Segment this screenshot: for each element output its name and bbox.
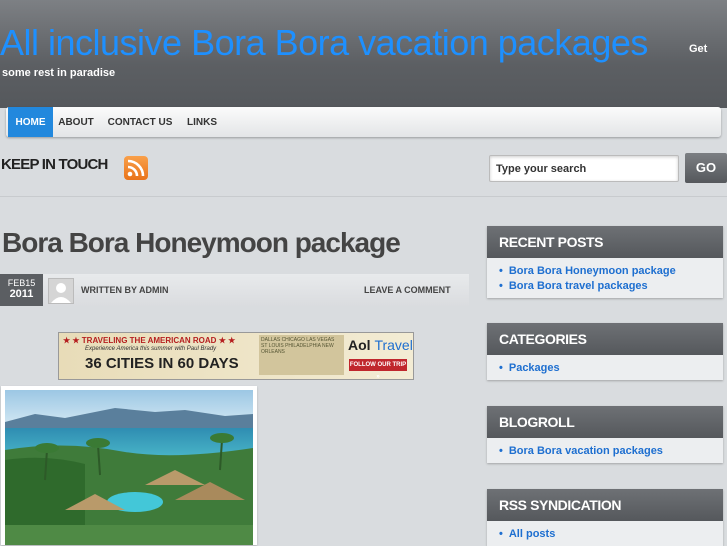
search-go-button[interactable]: GO (685, 153, 727, 183)
divider (0, 196, 727, 197)
blogroll-link[interactable]: Bora Bora vacation packages (509, 445, 663, 457)
author-link[interactable]: ADMIN (139, 285, 169, 295)
ad-headline: ★ ★ TRAVELING THE AMERICAN ROAD ★ ★ (63, 336, 236, 345)
list-item[interactable]: • Bora Bora vacation packages (499, 444, 723, 459)
post-date: FEB15 2011 (0, 274, 43, 306)
recent-post-link[interactable]: Bora Bora travel packages (509, 280, 648, 292)
ad-brand-suffix: Travel. (374, 337, 414, 353)
list-item[interactable]: • All posts (499, 527, 723, 542)
post-title[interactable]: Bora Bora Honeymoon package (2, 227, 401, 259)
widget-title: CATEGORIES (487, 323, 723, 355)
rss-link[interactable]: All posts (509, 528, 555, 540)
rss-icon[interactable] (124, 156, 148, 180)
category-link[interactable]: Packages (509, 362, 560, 374)
leave-comment-link[interactable]: LEAVE A COMMENT (364, 285, 451, 295)
nav-item-home[interactable]: HOME (8, 107, 53, 137)
ad-headline-text: TRAVELING THE AMERICAN ROAD (81, 336, 217, 345)
widget-blogroll: BLOGROLL • Bora Bora vacation packages (487, 406, 723, 463)
widget-title: BLOGROLL (487, 406, 723, 438)
list-item[interactable]: • Bora Bora Honeymoon package (499, 264, 723, 279)
site-header: All inclusive Bora Bora vacation package… (0, 0, 727, 108)
author-avatar (48, 278, 74, 304)
search-input[interactable]: Type your search (489, 155, 679, 182)
widget-recent-posts: RECENT POSTS • Bora Bora Honeymoon packag… (487, 226, 723, 298)
main-nav: HOME ABOUT CONTACT US LINKS (6, 107, 721, 137)
written-by-label: WRITTEN BY (81, 285, 137, 295)
ad-brand-name: Aol (348, 337, 371, 353)
nav-item-contact[interactable]: CONTACT US (102, 107, 178, 137)
widget-title: RECENT POSTS (487, 226, 723, 258)
nav-item-links[interactable]: LINKS (182, 107, 222, 137)
keep-in-touch-label: KEEP IN TOUCH (1, 156, 108, 173)
tagline: some rest in paradise (2, 67, 116, 79)
list-item[interactable]: • Bora Bora travel packages (499, 279, 723, 294)
written-by: WRITTEN BY ADMIN (81, 285, 169, 295)
ad-banner[interactable]: ★ ★ TRAVELING THE AMERICAN ROAD ★ ★ Expe… (58, 332, 414, 380)
ad-subline: Experience America this summer with Paul… (85, 346, 217, 352)
resort-photo[interactable] (5, 390, 253, 545)
widget-categories: CATEGORIES • Packages (487, 323, 723, 380)
ad-brand: Aol Travel. (348, 337, 414, 353)
nav-item-about[interactable]: ABOUT (55, 107, 97, 137)
ad-cities-line: 36 CITIES IN 60 DAYS (85, 355, 239, 372)
list-item[interactable]: • Packages (499, 361, 723, 376)
recent-post-link[interactable]: Bora Bora Honeymoon package (509, 265, 676, 277)
widget-rss-syndication: RSS SYNDICATION • All posts (487, 489, 723, 546)
widget-title: RSS SYNDICATION (487, 489, 723, 521)
site-title[interactable]: All inclusive Bora Bora vacation package… (0, 22, 648, 64)
post-date-month-day: FEB15 (7, 278, 36, 288)
post-date-year: 2011 (9, 288, 34, 300)
ad-map-image: DALLAS CHICAGO LAS VEGAS ST LOUIS PHILAD… (259, 335, 344, 375)
ad-cta-button[interactable]: FOLLOW OUR TRIP » (349, 359, 407, 379)
tagline-start: Get (689, 43, 708, 55)
